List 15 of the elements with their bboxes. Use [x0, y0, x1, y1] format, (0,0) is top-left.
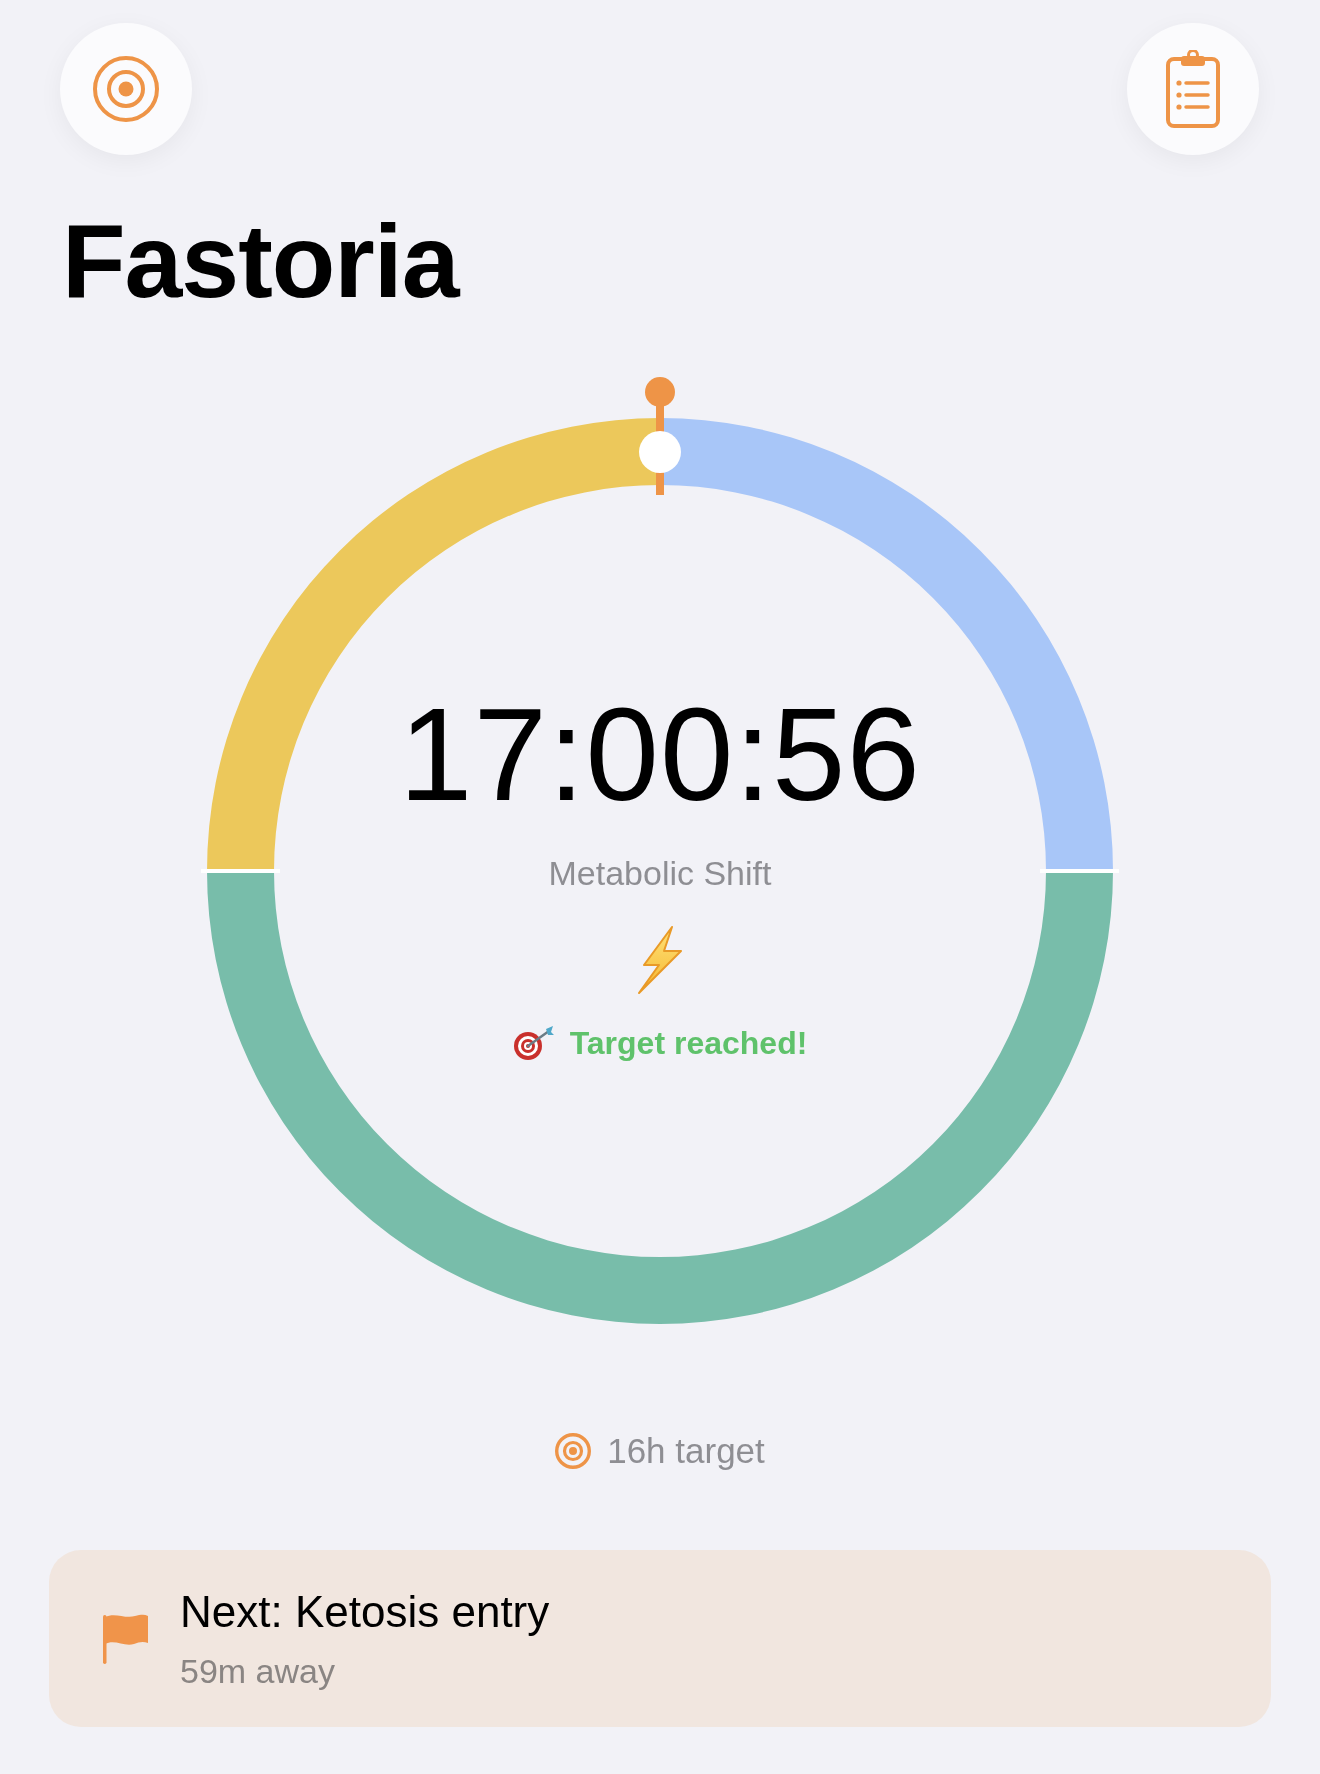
target-icon: [555, 1433, 592, 1469]
goal-label: 16h target: [607, 1430, 765, 1472]
status-message: Target reached!: [569, 1023, 808, 1063]
milestone-subtitle: 59m away: [180, 1650, 335, 1692]
phase-label: Metabolic Shift: [548, 853, 772, 894]
elapsed-time: 17:00:56: [399, 689, 921, 821]
progress-marker[interactable]: [639, 377, 681, 495]
milestone-title: Next: Ketosis entry: [180, 1585, 550, 1638]
app-title: Fastoria: [62, 209, 459, 313]
flag-icon: [103, 1613, 148, 1664]
dart-target-icon: [512, 1025, 555, 1061]
target-icon: [93, 56, 159, 122]
clipboard-icon: [1166, 50, 1220, 128]
next-milestone-card[interactable]: Next: Ketosis entry 59m away: [49, 1550, 1271, 1727]
lightning-icon: [636, 925, 684, 994]
